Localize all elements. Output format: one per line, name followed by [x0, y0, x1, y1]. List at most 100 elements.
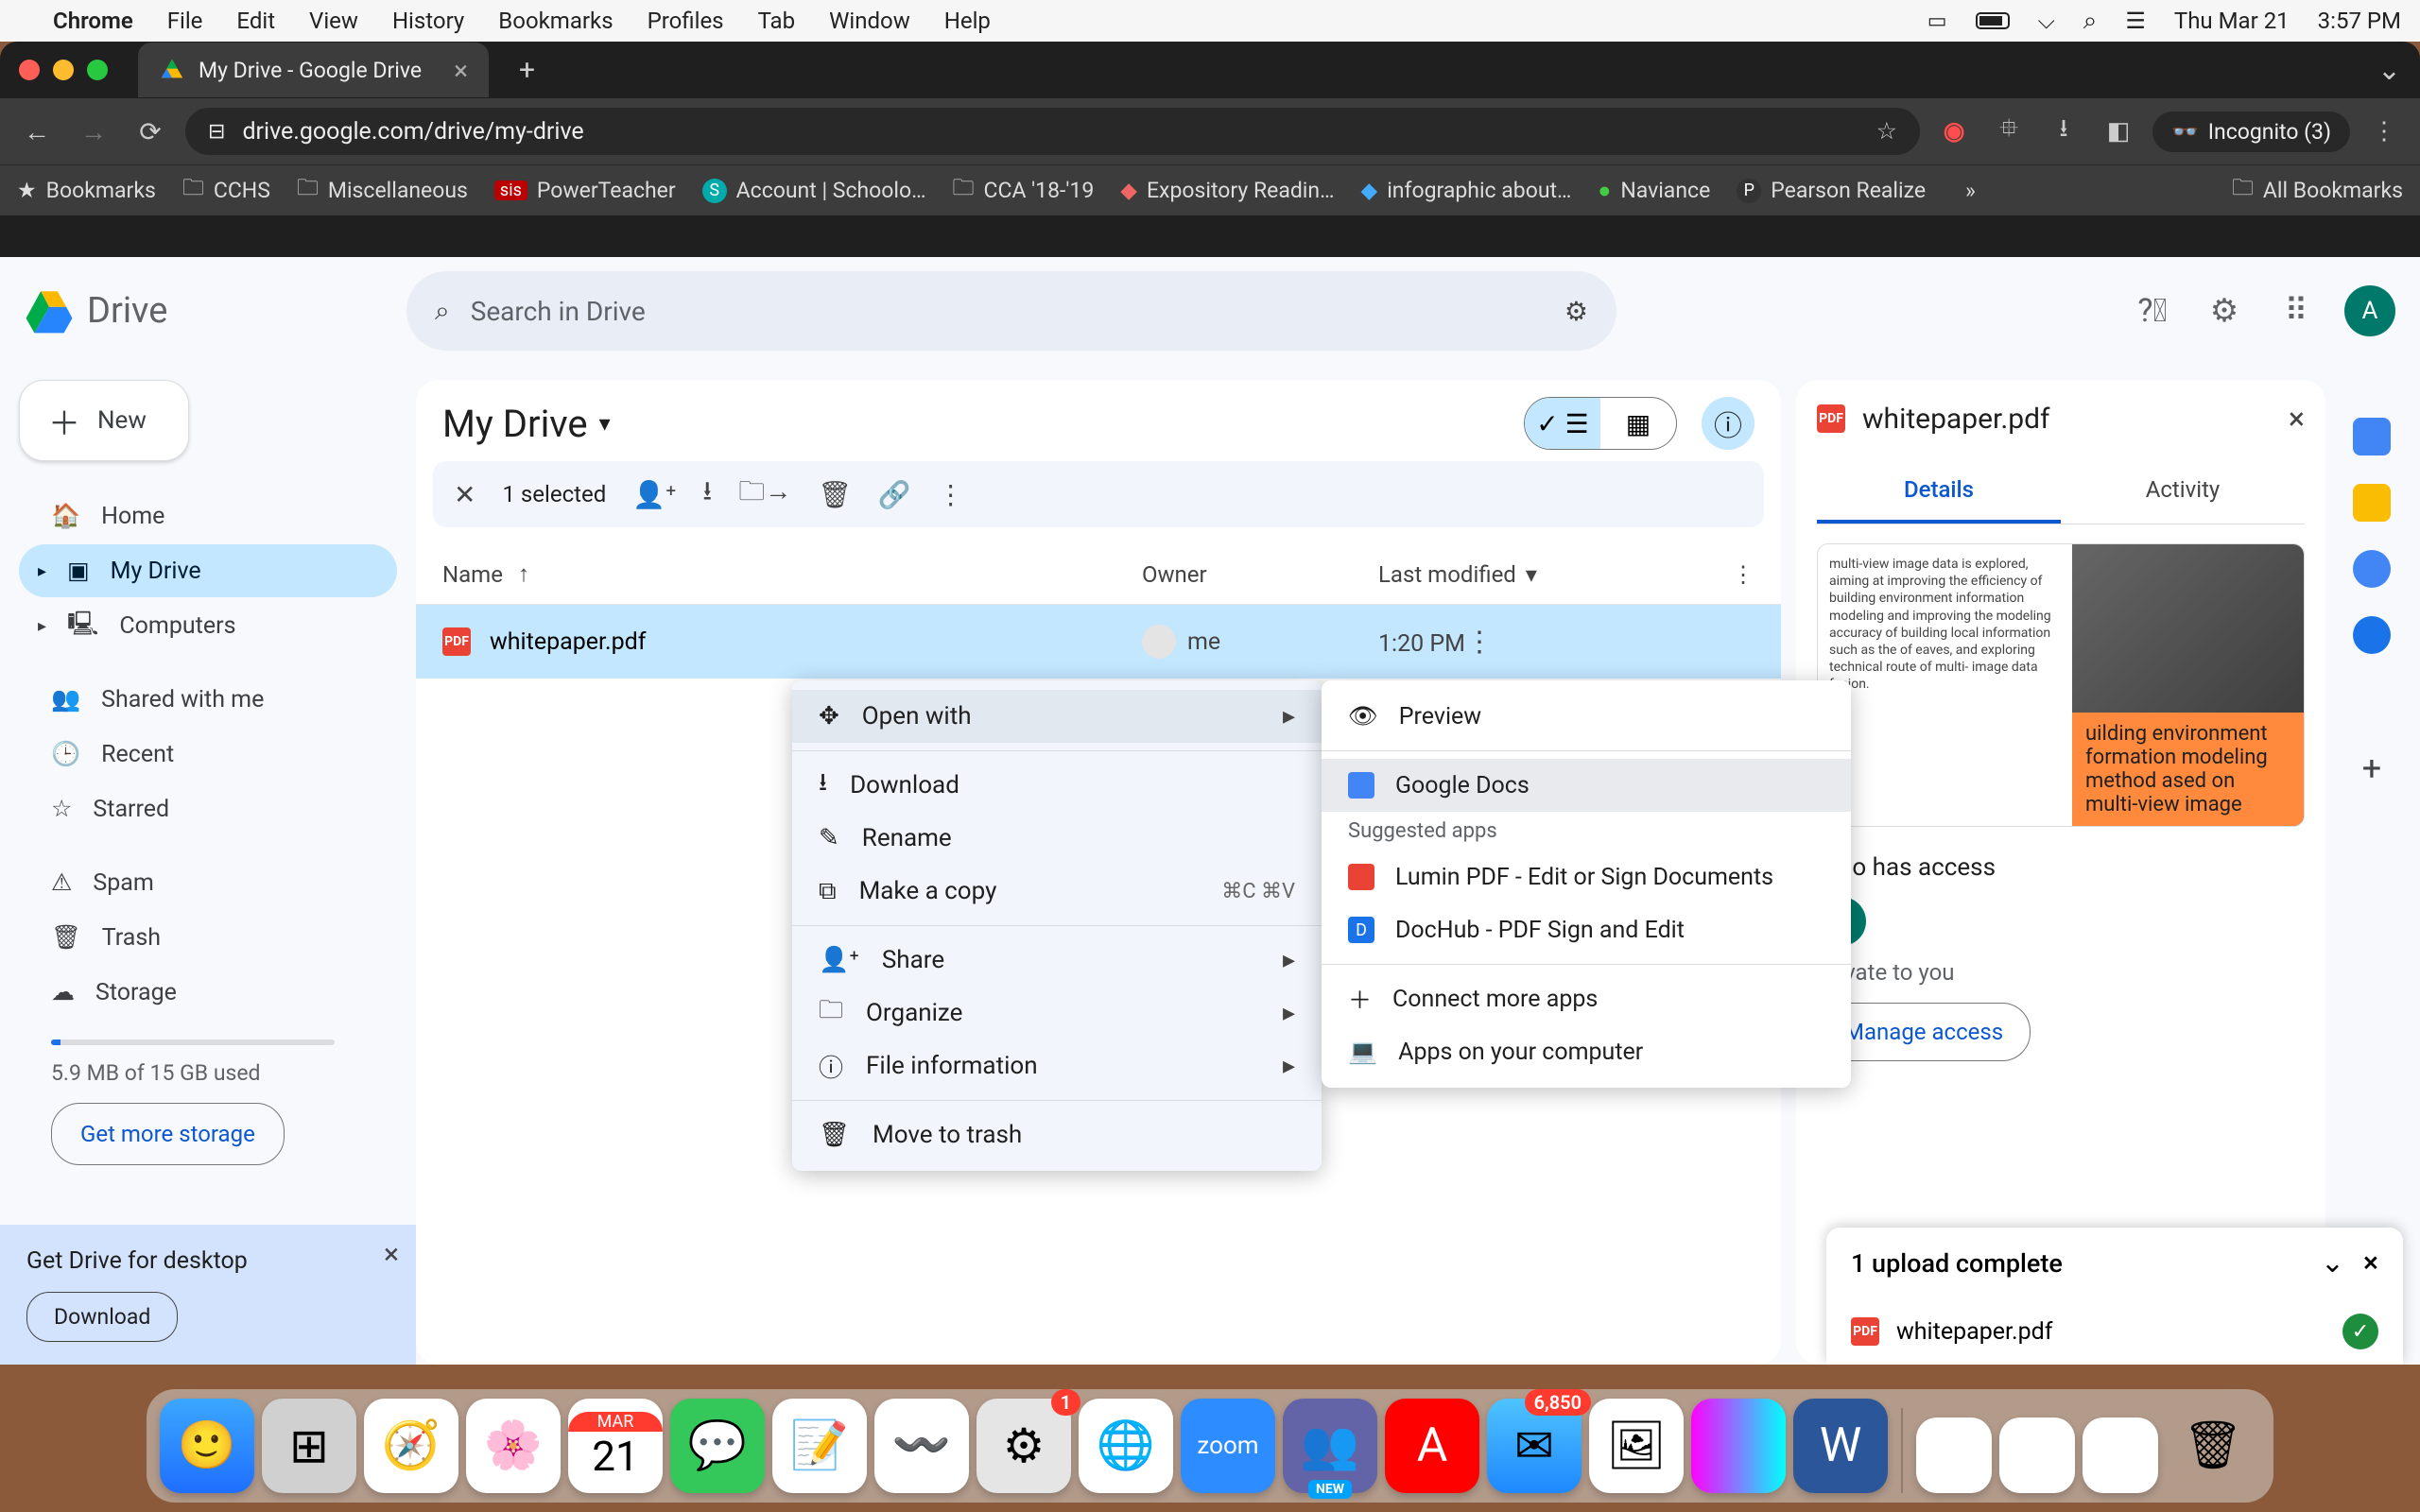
expand-icon[interactable]: ▸	[38, 561, 46, 581]
tasks-addon-icon[interactable]	[2353, 550, 2391, 588]
ctx-open-with[interactable]: ✥Open with▸	[792, 690, 1322, 743]
nav-starred[interactable]: ☆Starred	[19, 782, 397, 835]
ctx-rename[interactable]: ✎Rename	[792, 812, 1322, 865]
contacts-addon-icon[interactable]	[2353, 616, 2391, 654]
bookmark-item[interactable]: ●Naviance	[1598, 178, 1710, 203]
promo-download-button[interactable]: Download	[26, 1292, 178, 1342]
dock-settings[interactable]: ⚙1	[977, 1399, 1071, 1493]
dock-recent[interactable]	[2083, 1418, 2158, 1493]
ctx-share[interactable]: 👤⁺Share▸	[792, 934, 1322, 987]
sub-google-docs[interactable]: Google Docs	[1322, 759, 1851, 812]
bookmark-item[interactable]: ◆Expository Readin…	[1120, 178, 1334, 203]
battery-icon[interactable]	[1976, 12, 2010, 29]
toggle-details-button[interactable]: ⓘ	[1702, 397, 1754, 450]
menu-help[interactable]: Help	[944, 8, 991, 34]
nav-my-drive[interactable]: ▸▣My Drive	[19, 544, 397, 597]
keep-addon-icon[interactable]	[2353, 484, 2391, 522]
sub-lumin[interactable]: Lumin PDF - Edit or Sign Documents	[1322, 850, 1851, 903]
bookmarks-overflow-icon[interactable]: »	[1965, 178, 1976, 203]
menu-profiles[interactable]: Profiles	[648, 8, 724, 34]
add-addon-icon[interactable]: +	[2362, 748, 2381, 788]
sidepanel-icon[interactable]: ◧	[2098, 117, 2139, 146]
extensions-icon[interactable]: ⯐	[1988, 111, 2030, 152]
new-button[interactable]: ＋New	[19, 380, 189, 461]
ctx-organize[interactable]: 🗀Organize▸	[792, 987, 1322, 1040]
more-actions-icon[interactable]: ⋮	[938, 479, 964, 510]
file-preview[interactable]: multi-view image data is explored, aimin…	[1817, 543, 2305, 827]
download-icon[interactable]: ⭳	[702, 472, 712, 517]
nav-spam[interactable]: ⚠Spam	[19, 856, 397, 909]
bookmark-item[interactable]: ◆infographic about…	[1360, 178, 1571, 203]
nav-recent[interactable]: 🕒Recent	[19, 728, 397, 781]
ctx-trash[interactable]: 🗑Move to trash	[792, 1108, 1322, 1161]
close-toast-icon[interactable]: ×	[2363, 1246, 2378, 1280]
minimize-window[interactable]	[53, 60, 74, 80]
browser-tab[interactable]: My Drive - Google Drive ×	[138, 43, 489, 97]
dock-finder[interactable]: 🙂	[160, 1399, 254, 1493]
extension-icon[interactable]: ◉	[1933, 117, 1975, 146]
close-details-icon[interactable]: ×	[2289, 401, 2305, 437]
dock-photos[interactable]: 🌸	[466, 1399, 561, 1493]
bookmark-item[interactable]: PPearson Realize	[1737, 178, 1926, 203]
spotlight-icon[interactable]: ⌕	[2083, 7, 2098, 36]
incognito-badge[interactable]: 👓 Incognito (3)	[2152, 112, 2350, 152]
close-window[interactable]	[19, 60, 40, 80]
nav-shared[interactable]: 👥Shared with me	[19, 673, 397, 726]
clear-selection-icon[interactable]: ✕	[454, 479, 475, 510]
upload-item[interactable]: PDF whitepaper.pdf ✓	[1826, 1298, 2403, 1365]
dock-mail[interactable]: ✉6,850	[1487, 1399, 1582, 1493]
all-bookmarks-button[interactable]: 🗀All Bookmarks	[2232, 172, 2403, 209]
bookmark-star-icon[interactable]: ☆	[1876, 117, 1897, 146]
drive-logo[interactable]: Drive	[25, 286, 393, 335]
sub-preview[interactable]: 👁Preview	[1322, 690, 1851, 743]
nav-trash[interactable]: 🗑Trash	[19, 911, 397, 964]
control-center-icon[interactable]: ☰	[2125, 8, 2146, 34]
settings-icon[interactable]: ⚙	[2201, 287, 2248, 335]
link-icon[interactable]: 🔗	[878, 479, 911, 510]
sub-apps-computer[interactable]: 💻Apps on your computer	[1322, 1025, 1851, 1078]
nav-computers[interactable]: ▸🖳Computers	[19, 599, 397, 652]
menu-edit[interactable]: Edit	[236, 8, 275, 34]
help-icon[interactable]: ?⃝	[2129, 287, 2176, 335]
maximize-window[interactable]	[87, 60, 108, 80]
bookmark-item[interactable]: SAccount | Schoolo…	[702, 178, 926, 203]
search-options-icon[interactable]: ⚙	[1564, 296, 1588, 327]
video-icon[interactable]: ▭	[1927, 9, 1947, 33]
get-storage-button[interactable]: Get more storage	[51, 1103, 285, 1165]
calendar-addon-icon[interactable]	[2353, 418, 2391, 455]
collapse-toast-icon[interactable]: ⌄	[2321, 1246, 2344, 1280]
wifi-icon[interactable]: ⌵	[2038, 8, 2055, 34]
dock-preview[interactable]: 🖼	[1589, 1399, 1684, 1493]
bookmark-item[interactable]: ★Bookmarks	[17, 178, 156, 203]
menu-file[interactable]: File	[167, 8, 203, 34]
menubar-date[interactable]: Thu Mar 21	[2174, 8, 2290, 34]
menu-history[interactable]: History	[392, 8, 464, 34]
dock-word[interactable]: W	[1793, 1399, 1888, 1493]
dock-safari[interactable]: 🧭	[364, 1399, 458, 1493]
bookmark-item[interactable]: 🗀CCHS	[182, 172, 270, 209]
dock-calendar[interactable]: MAR21	[568, 1399, 663, 1493]
dock-messages[interactable]: 💬	[670, 1399, 765, 1493]
back-button[interactable]: ←	[15, 110, 59, 153]
close-promo-icon[interactable]: ×	[384, 1238, 399, 1271]
dock-chrome[interactable]: 🌐	[1079, 1399, 1173, 1493]
dock-launchpad[interactable]: ⊞	[262, 1399, 356, 1493]
google-apps-icon[interactable]: ⠿	[2273, 287, 2320, 335]
search-bar[interactable]: ⌕ Search in Drive ⚙	[406, 271, 1616, 351]
chrome-menu-icon[interactable]: ⋮	[2363, 117, 2405, 146]
menu-tab[interactable]: Tab	[758, 8, 796, 34]
nav-storage[interactable]: ☁Storage	[19, 966, 397, 1019]
dock-trash[interactable]: 🗑	[2166, 1399, 2260, 1493]
dock-recent[interactable]	[1916, 1418, 1992, 1493]
menu-bookmarks[interactable]: Bookmarks	[498, 8, 613, 34]
list-view-button[interactable]: ✓ ☰	[1525, 398, 1600, 449]
dock-teams[interactable]: 👥NEW	[1283, 1399, 1377, 1493]
site-info-icon[interactable]: ⊟	[208, 120, 225, 144]
sub-connect-apps[interactable]: ＋Connect more apps	[1322, 972, 1851, 1025]
close-tab-icon[interactable]: ×	[454, 55, 468, 86]
dock-acrobat[interactable]: A	[1385, 1399, 1479, 1493]
tab-activity[interactable]: Activity	[2061, 459, 2305, 524]
grid-view-button[interactable]: ▦	[1600, 398, 1676, 449]
address-bar[interactable]: ⊟ drive.google.com/drive/my-drive ☆	[185, 108, 1920, 155]
downloads-icon[interactable]: ⭳	[2043, 111, 2084, 152]
